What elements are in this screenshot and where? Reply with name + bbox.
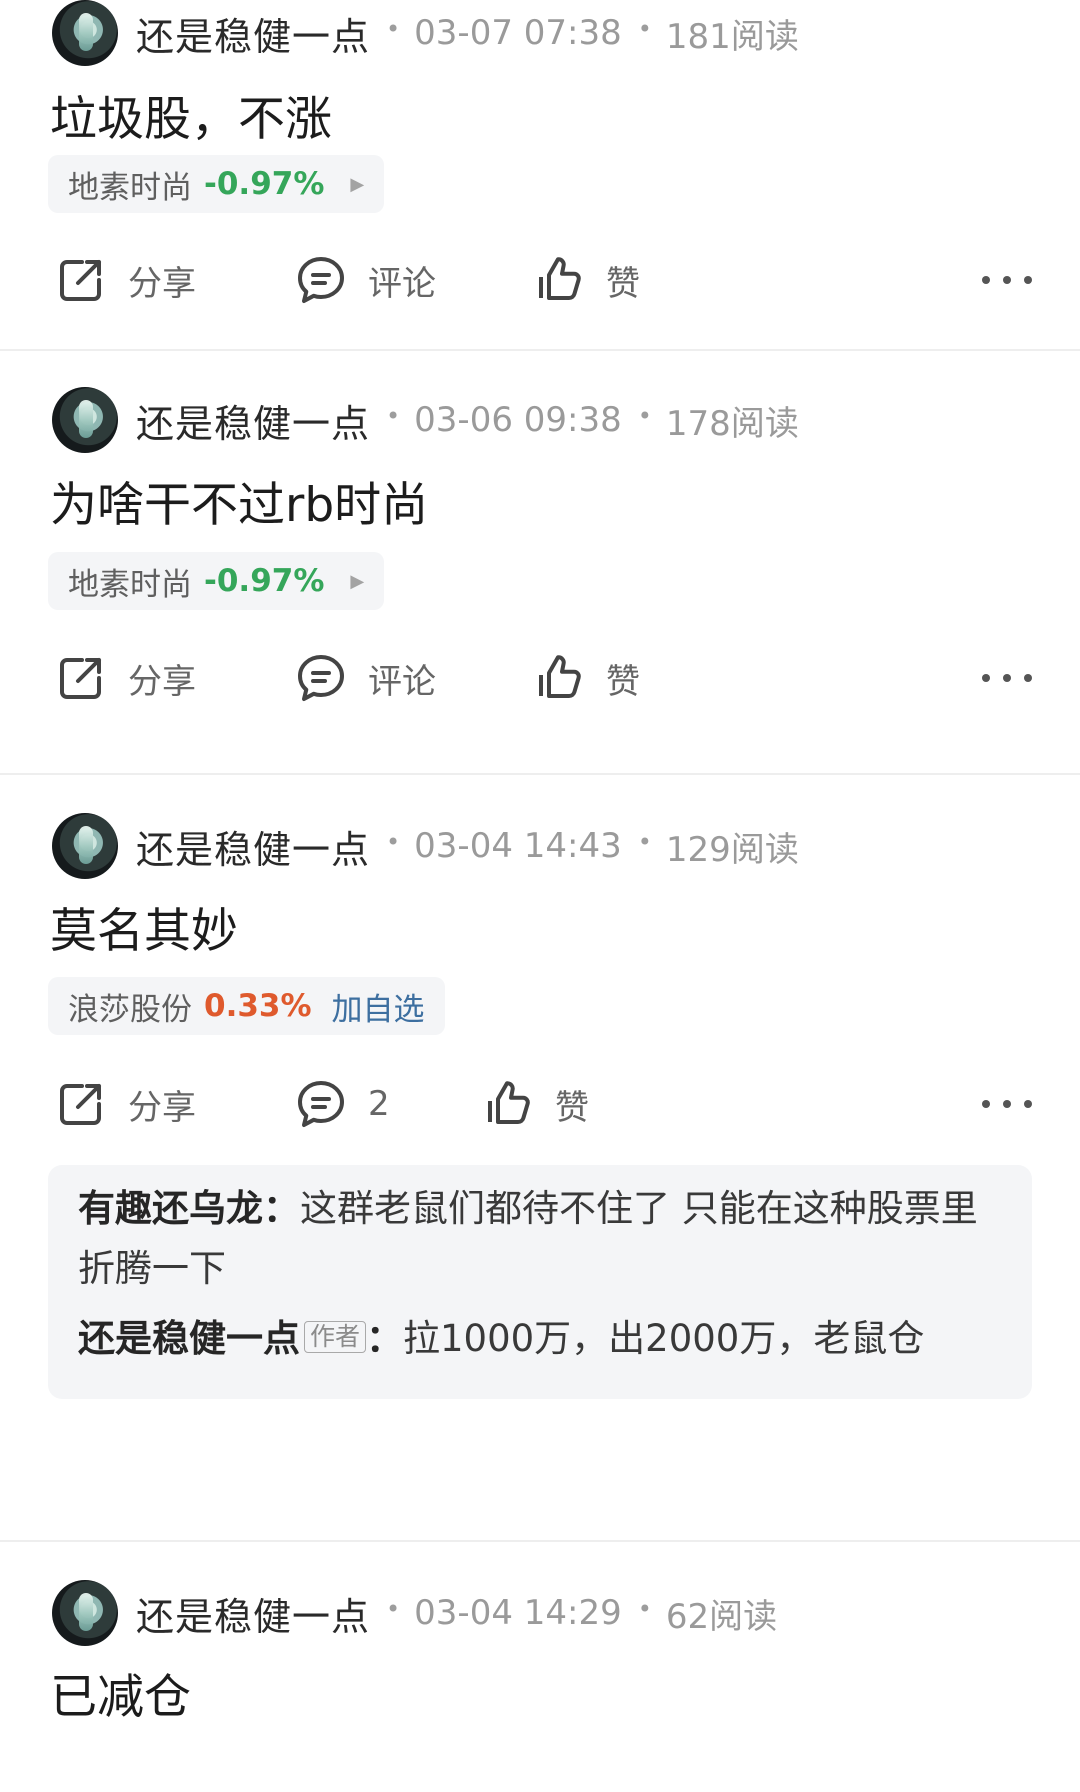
like-icon (488, 1081, 530, 1124)
post-card: 还是稳健一点 • 03-04 14:29 • 62阅读 已减仓 (0, 1542, 1080, 1792)
avatar[interactable] (52, 1580, 118, 1646)
share-label: 分享 (128, 661, 196, 702)
comment-icon (298, 257, 344, 303)
meta-separator: • (637, 828, 652, 856)
share-icon (60, 1084, 101, 1125)
like-icon (539, 257, 581, 300)
like-label: 赞 (555, 1087, 589, 1128)
post-time: 03-04 14:43 (414, 826, 622, 866)
avatar[interactable] (52, 813, 118, 879)
more-button[interactable] (982, 270, 1032, 290)
post-content[interactable]: 已减仓 (50, 1658, 191, 1727)
read-count: 178阅读 (665, 403, 799, 444)
comment-button[interactable]: 评论 (292, 649, 436, 707)
more-icon (982, 674, 990, 682)
post-actions: 分享 评论 赞 (52, 643, 1032, 713)
avatar[interactable] (52, 0, 118, 66)
more-button[interactable] (982, 1094, 1032, 1114)
meta-separator: • (386, 402, 401, 430)
comment-label: 评论 (368, 263, 436, 304)
share-button[interactable]: 分享 (52, 251, 196, 309)
like-icon (539, 655, 581, 698)
comment-button[interactable]: 2 (292, 1075, 390, 1133)
post-header: 还是稳健一点 • 03-06 09:38 • 178阅读 (52, 387, 799, 453)
post-time: 03-07 07:38 (414, 13, 622, 53)
meta-separator: • (637, 1595, 652, 1623)
post-header: 还是稳健一点 • 03-07 07:38 • 181阅读 (52, 0, 799, 66)
stock-chip[interactable]: 浪莎股份 0.33% 加自选 (48, 977, 445, 1035)
stock-name: 地素时尚 (68, 566, 192, 603)
share-label: 分享 (128, 263, 196, 304)
post-actions: 分享 2 赞 (52, 1069, 1032, 1139)
author-name[interactable]: 还是稳健一点 (136, 6, 370, 61)
post-header: 还是稳健一点 • 03-04 14:43 • 129阅读 (52, 813, 799, 879)
share-button[interactable]: 分享 (52, 1075, 196, 1133)
comment-label: 评论 (368, 661, 436, 702)
more-icon-dot (1024, 1100, 1032, 1108)
comment-count: 2 (368, 1084, 390, 1124)
post-content[interactable]: 垃圾股，不涨 (50, 80, 332, 149)
post-feed: 还是稳健一点 • 03-07 07:38 • 181阅读 垃圾股，不涨 地素时尚… (0, 0, 1080, 1792)
stock-change: -0.97% (204, 563, 325, 599)
meta-separator: • (637, 402, 652, 430)
comment-item: 还是稳健一点 作者 ：拉1000万，出2000万，老鼠仓 (78, 1309, 1004, 1369)
author-name[interactable]: 还是稳健一点 (136, 393, 370, 448)
post-time: 03-06 09:38 (414, 400, 622, 440)
stock-chip[interactable]: 地素时尚 -0.97% ▶ (48, 552, 385, 610)
share-label: 分享 (128, 1087, 196, 1128)
share-button[interactable]: 分享 (52, 649, 196, 707)
more-icon (982, 1100, 990, 1108)
post-time: 03-04 14:29 (414, 1593, 622, 1633)
author-badge: 作者 (304, 1321, 367, 1353)
more-icon-dot (1024, 276, 1032, 284)
more-icon-dot (1003, 674, 1011, 682)
comment-text: 拉1000万，出2000万，老鼠仓 (403, 1317, 925, 1360)
meta-separator: • (386, 15, 401, 43)
stock-name: 地素时尚 (68, 169, 192, 206)
comment-preview[interactable]: 有趣还乌龙：这群老鼠们都待不住了 只能在这种股票里折腾一下 还是稳健一点 作者 ：拉… (48, 1165, 1032, 1399)
stock-name: 浪莎股份 (68, 991, 192, 1028)
like-button[interactable]: 赞 (530, 649, 640, 707)
read-count: 129阅读 (665, 829, 799, 870)
post-content[interactable]: 莫名其妙 (50, 892, 238, 961)
read-count: 181阅读 (665, 16, 799, 57)
more-icon-dot (1003, 276, 1011, 284)
more-button[interactable] (982, 668, 1032, 688)
like-button[interactable]: 赞 (530, 251, 640, 309)
comment-separator: ： (366, 1317, 404, 1360)
comment-user[interactable]: 有趣还乌龙： (78, 1187, 300, 1230)
more-icon-dot (1024, 674, 1032, 682)
post-card: 还是稳健一点 • 03-06 09:38 • 178阅读 为啥干不过rb时尚 地… (0, 351, 1080, 775)
share-icon (60, 658, 101, 699)
post-card: 还是稳健一点 • 03-07 07:38 • 181阅读 垃圾股，不涨 地素时尚… (0, 0, 1080, 351)
like-label: 赞 (606, 263, 640, 304)
avatar[interactable] (52, 387, 118, 453)
comment-button[interactable]: 评论 (292, 251, 436, 309)
author-name[interactable]: 还是稳健一点 (136, 819, 370, 874)
add-watchlist-link[interactable]: 加自选 (332, 984, 425, 1029)
comment-icon (298, 1081, 344, 1127)
author-name[interactable]: 还是稳健一点 (136, 1586, 370, 1641)
stock-change: 0.33% (204, 988, 312, 1024)
like-button[interactable]: 赞 (479, 1075, 589, 1133)
share-icon (60, 260, 101, 301)
post-card: 还是稳健一点 • 03-04 14:43 • 129阅读 莫名其妙 浪莎股份 0… (0, 775, 1080, 1542)
stock-chip[interactable]: 地素时尚 -0.97% ▶ (48, 155, 385, 213)
read-count: 62阅读 (665, 1596, 778, 1637)
comment-user[interactable]: 还是稳健一点 (78, 1317, 300, 1360)
more-icon (982, 276, 990, 284)
meta-separator: • (637, 15, 652, 43)
like-label: 赞 (606, 661, 640, 702)
chevron-right-icon: ▶ (350, 570, 365, 592)
chevron-right-icon: ▶ (350, 173, 365, 195)
comment-icon (298, 655, 344, 701)
post-content[interactable]: 为啥干不过rb时尚 (50, 466, 428, 535)
more-icon-dot (1003, 1100, 1011, 1108)
post-actions: 分享 评论 赞 (52, 245, 1032, 315)
meta-separator: • (386, 1595, 401, 1623)
post-header: 还是稳健一点 • 03-04 14:29 • 62阅读 (52, 1580, 777, 1646)
stock-change: -0.97% (204, 166, 325, 202)
meta-separator: • (386, 828, 401, 856)
comment-item: 有趣还乌龙：这群老鼠们都待不住了 只能在这种股票里折腾一下 (78, 1179, 1004, 1299)
